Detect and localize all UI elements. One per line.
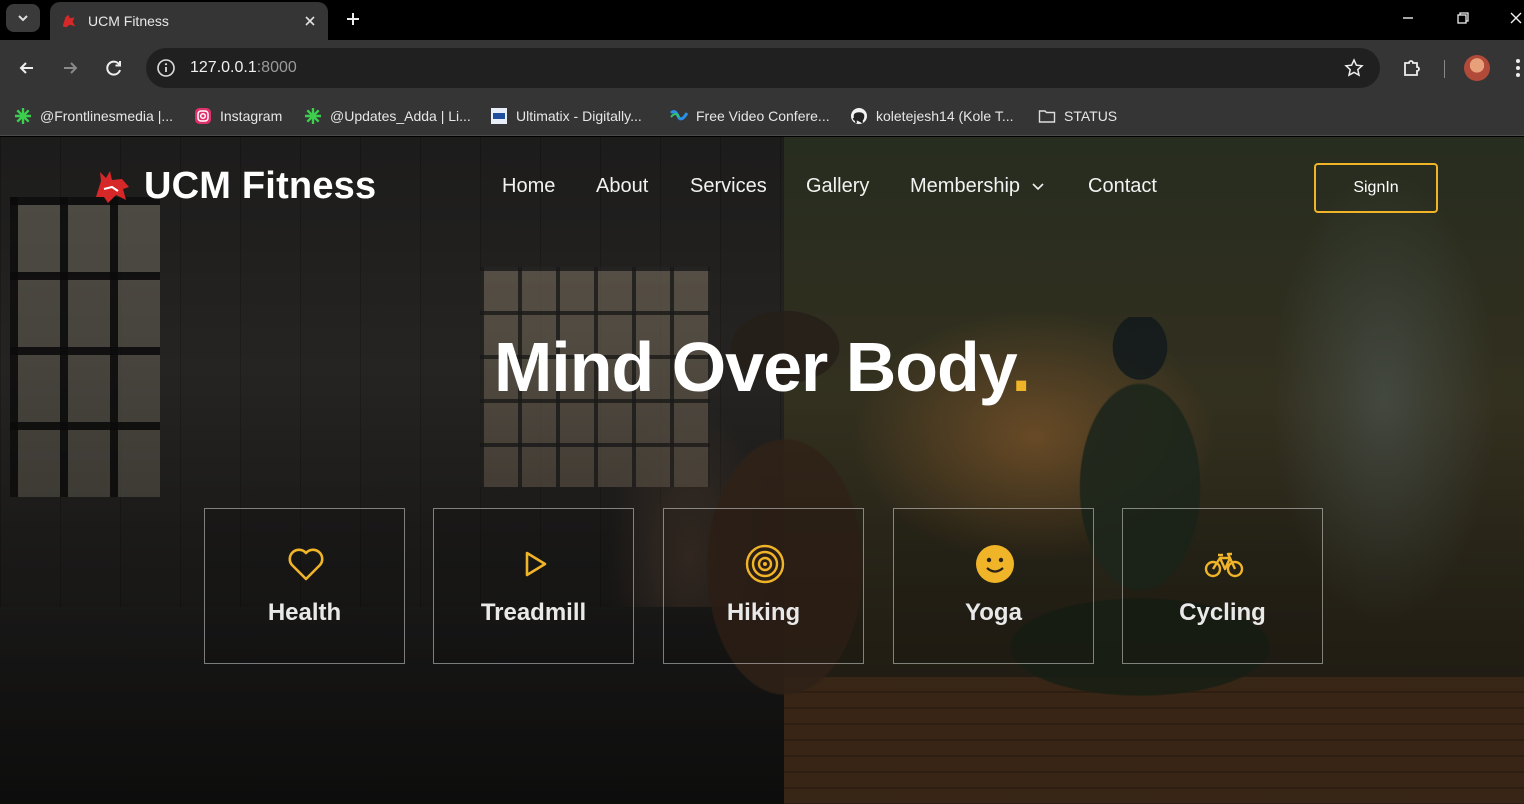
site-header: UCM Fitness Home About Services Gallery … [0,137,1524,237]
mule-logo-icon[interactable] [92,167,132,207]
browser-tab-bar: UCM Fitness [0,0,1524,40]
service-card-label: Hiking [726,599,801,626]
service-card-yoga[interactable]: Yoga [893,508,1094,664]
minimize-button[interactable] [1398,8,1418,28]
target-icon [745,544,785,584]
bookmark-label: koletejesh14 (Kole T... [876,108,1014,124]
close-tab-icon[interactable] [302,13,318,29]
bookmark-star-icon[interactable] [1344,58,1364,78]
bookmark-item[interactable]: koletejesh14 (Kole T... [850,104,1014,128]
address-bar[interactable]: 127.0.0.1:8000 [146,48,1380,88]
mule-logo-icon [62,14,76,28]
play-icon [525,551,547,577]
web-page: UCM Fitness Home About Services Gallery … [0,137,1524,804]
bookmark-label: @Updates_Adda | Li... [330,108,471,124]
nav-gallery[interactable]: Gallery [806,175,869,198]
hero-overlay [0,137,1524,804]
service-card-label: Health [267,599,342,626]
hero-title-accent-dot: . [1011,328,1031,406]
signin-button[interactable]: SignIn [1314,163,1438,213]
service-card-cycling[interactable]: Cycling [1122,508,1323,664]
bookmark-item[interactable]: Free Video Confere... [670,104,830,128]
webex-icon [670,110,688,121]
bookmark-label: STATUS [1064,108,1118,124]
github-icon [851,108,867,124]
service-card-label: Cycling [1179,599,1266,626]
nav-contact[interactable]: Contact [1088,175,1157,198]
service-card-treadmill[interactable]: Treadmill [433,508,634,664]
url-port: :8000 [256,59,297,76]
arrow-right-icon [64,62,78,74]
tab-search-button[interactable] [6,4,40,32]
nav-home[interactable]: Home [502,175,555,198]
bicycle-icon [1204,552,1244,578]
close-icon [1510,12,1522,24]
nav-membership-label: Membership [910,175,1021,197]
chevron-down-icon [18,15,28,22]
brand-name[interactable]: UCM Fitness [144,165,376,208]
bookmark-item[interactable]: @Frontlinesmedia |... [14,104,173,128]
restore-button[interactable] [1453,8,1473,28]
bookmark-item[interactable]: @Updates_Adda | Li... [304,104,471,128]
hero-title: Mind Over Body. [0,327,1524,407]
url-host: 127.0.0.1 [190,59,257,76]
bookmark-label: Instagram [220,108,283,124]
chevron-down-icon [1032,183,1044,190]
nav-about[interactable]: About [596,175,648,198]
bookmark-item[interactable]: Instagram [194,104,282,128]
bookmarks-bar: @Frontlinesmedia |... Instagram @Updates… [0,96,1524,136]
nav-services[interactable]: Services [690,175,767,198]
smiley-icon [976,545,1014,583]
new-tab-button[interactable] [340,6,366,32]
heart-icon [288,548,324,581]
bookmark-folder[interactable]: STATUS [1038,104,1117,128]
hero-title-text: Mind Over Body [494,328,1013,406]
green-asterisk-icon [305,108,321,124]
plus-icon [347,13,359,25]
green-asterisk-icon [15,108,31,124]
tcs-icon [491,108,507,124]
folder-icon [1038,110,1056,123]
instagram-icon [195,108,211,124]
minimize-icon [1403,17,1413,19]
toolbar-divider [1444,60,1445,78]
browser-tab[interactable]: UCM Fitness [50,2,328,40]
reload-button[interactable] [100,54,128,82]
site-info-icon[interactable] [156,58,176,78]
restore-icon [1457,12,1469,24]
browser-toolbar: 127.0.0.1:8000 [0,40,1524,96]
service-card-hiking[interactable]: Hiking [663,508,864,664]
reload-icon [106,60,121,76]
close-window-button[interactable] [1506,8,1524,28]
extensions-puzzle-icon[interactable] [1400,56,1424,80]
bookmark-item[interactable]: Ultimatix - Digitally... [490,104,642,128]
tab-title: UCM Fitness [88,13,169,29]
bookmark-label: Ultimatix - Digitally... [516,108,642,124]
service-card-label: Yoga [965,599,1022,626]
profile-avatar[interactable] [1464,55,1490,81]
arrow-left-icon [19,62,33,74]
nav-membership-dropdown[interactable]: Membership [910,175,1044,198]
back-button[interactable] [13,54,41,82]
service-card-label: Treadmill [480,599,587,626]
more-vert-icon[interactable] [1512,56,1524,80]
bookmark-label: Free Video Confere... [696,108,830,124]
bookmark-label: @Frontlinesmedia |... [40,108,174,124]
forward-button[interactable] [56,54,84,82]
service-card-health[interactable]: Health [204,508,405,664]
